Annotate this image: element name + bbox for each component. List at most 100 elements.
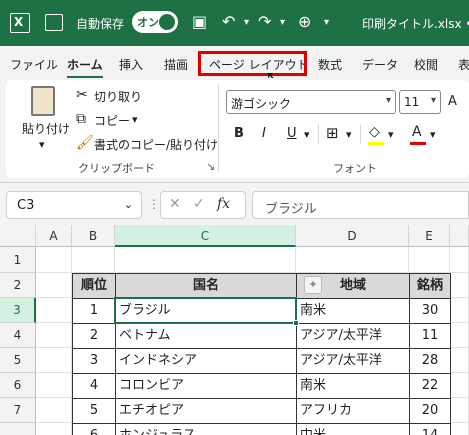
redo-dropdown-icon[interactable]: ▾ — [280, 17, 285, 28]
font-color-dropdown-icon[interactable]: ▾ — [430, 128, 436, 141]
table-cell[interactable]: インドネシア — [115, 348, 297, 374]
quick-analysis-icon[interactable]: ✦ — [304, 276, 322, 294]
table-cell[interactable]: 南米 — [296, 298, 410, 324]
autosave-toggle[interactable]: オン — [132, 11, 178, 33]
cell-f4[interactable] — [450, 323, 469, 348]
column-header-c[interactable]: C — [115, 225, 296, 247]
tab-home[interactable]: ホーム — [67, 56, 103, 79]
font-name-select[interactable]: 游ゴシック ▾ — [226, 90, 396, 114]
enter-icon[interactable]: ✓ — [193, 196, 205, 212]
cell-f2[interactable] — [450, 273, 469, 298]
table-cell[interactable]: ベトナム — [115, 323, 297, 349]
cell-a6[interactable] — [36, 373, 72, 398]
table-cell[interactable]: 3 — [72, 348, 116, 374]
cell-f3[interactable] — [450, 298, 469, 323]
column-header-e[interactable]: E — [409, 225, 450, 247]
table-cell[interactable]: アジア/太平洋 — [296, 323, 410, 349]
cell-a1[interactable] — [36, 247, 72, 273]
row-header-4[interactable]: 4 — [0, 323, 36, 348]
column-header-f[interactable] — [450, 225, 469, 247]
increase-font-size-icon[interactable]: A — [448, 94, 457, 109]
fill-handle[interactable] — [293, 320, 299, 326]
tab-file[interactable]: ファイル — [10, 56, 58, 73]
copy-dropdown-icon[interactable]: ▾ — [132, 113, 138, 126]
table-cell[interactable]: 28 — [409, 348, 451, 374]
cell-a2[interactable] — [36, 273, 72, 298]
underline-button[interactable]: U — [287, 126, 297, 141]
row-header-1[interactable]: 1 — [0, 247, 36, 273]
table-header-brands[interactable]: 銘柄 — [409, 273, 451, 299]
undo-icon[interactable]: ↶ — [222, 12, 235, 31]
paste-icon[interactable] — [31, 86, 55, 116]
table-cell[interactable]: 1 — [72, 298, 116, 324]
cell-a7[interactable] — [36, 398, 72, 423]
format-painter-button[interactable]: 書式のコピー/貼り付け — [94, 136, 218, 153]
save-icon[interactable] — [45, 14, 63, 31]
row-header-7[interactable]: 7 — [0, 398, 36, 423]
paste-dropdown-icon[interactable]: ▾ — [39, 138, 45, 151]
table-cell[interactable]: 南米 — [296, 373, 410, 399]
borders-dropdown-icon[interactable]: ▾ — [346, 128, 352, 141]
column-header-a[interactable]: A — [36, 225, 72, 247]
cell-d1[interactable] — [296, 247, 409, 273]
table-cell[interactable]: ホンジュラス — [115, 423, 297, 435]
table-cell[interactable]: 30 — [409, 298, 451, 324]
undo-dropdown-icon[interactable]: ▾ — [244, 17, 249, 28]
table-cell[interactable]: 14 — [409, 423, 451, 435]
paste-button-label[interactable]: 貼り付け — [22, 120, 70, 137]
table-cell[interactable]: 22 — [409, 373, 451, 399]
table-cell[interactable]: エチオピア — [115, 398, 297, 424]
customize-toolbar-icon[interactable]: ⊕ — [298, 12, 311, 31]
table-cell[interactable]: 中米 — [296, 423, 410, 435]
formula-input[interactable]: ブラジル — [252, 191, 469, 219]
tab-view[interactable]: 表 — [458, 56, 469, 73]
borders-icon[interactable]: ⊞ — [326, 124, 339, 142]
column-header-d[interactable]: D — [296, 225, 409, 247]
font-size-select[interactable]: 11 ▾ — [399, 90, 441, 114]
tab-data[interactable]: データ — [362, 56, 398, 73]
table-cell[interactable]: 11 — [409, 323, 451, 349]
cell-f7[interactable] — [450, 398, 469, 423]
row-header-5[interactable]: 5 — [0, 348, 36, 373]
cell-c1[interactable] — [115, 247, 296, 273]
cell-f8[interactable] — [450, 423, 469, 435]
cell-a5[interactable] — [36, 348, 72, 373]
table-cell[interactable]: 2 — [72, 323, 116, 349]
active-cell-selection[interactable] — [114, 297, 299, 326]
tab-formulas[interactable]: 数式 — [318, 56, 342, 73]
table-cell[interactable]: 6 — [72, 423, 116, 435]
row-header-8[interactable] — [0, 423, 36, 435]
name-box[interactable]: C3 ⌄ — [6, 191, 142, 219]
table-header-country[interactable]: 国名 — [115, 273, 297, 299]
cell-b1[interactable] — [72, 247, 115, 273]
cell-a4[interactable] — [36, 323, 72, 348]
cell-f5[interactable] — [450, 348, 469, 373]
column-header-b[interactable]: B — [72, 225, 115, 247]
worksheet-grid[interactable]: A B C D E 1 2 3 4 5 6 7 順位 国名 地域 銘柄 ✦ 1 … — [0, 225, 469, 435]
tab-review[interactable]: 校閲 — [414, 56, 438, 73]
table-cell[interactable]: アジア/太平洋 — [296, 348, 410, 374]
clipboard-launcher-icon[interactable]: ↘ — [206, 160, 215, 173]
table-header-rank[interactable]: 順位 — [72, 273, 116, 299]
cell-a3[interactable] — [36, 298, 72, 323]
fill-color-icon[interactable]: ◇ — [369, 124, 380, 140]
table-cell[interactable]: 20 — [409, 398, 451, 424]
cancel-icon[interactable]: ✕ — [169, 196, 181, 212]
table-cell[interactable]: アフリカ — [296, 398, 410, 424]
row-header-6[interactable]: 6 — [0, 373, 36, 398]
cell-f1[interactable] — [450, 247, 469, 273]
cut-button[interactable]: 切り取り — [94, 88, 142, 105]
underline-dropdown-icon[interactable]: ▾ — [304, 128, 310, 141]
tab-draw[interactable]: 描画 — [164, 56, 188, 73]
cell-e1[interactable] — [409, 247, 450, 273]
cell-a8[interactable] — [36, 423, 72, 435]
bold-button[interactable]: B — [234, 126, 244, 141]
insert-function-button[interactable]: fx — [217, 196, 230, 212]
fill-color-dropdown-icon[interactable]: ▾ — [388, 128, 394, 141]
row-header-2[interactable]: 2 — [0, 273, 36, 298]
save-disk-icon[interactable]: ▣ — [192, 12, 207, 31]
tab-insert[interactable]: 挿入 — [119, 56, 143, 73]
table-cell[interactable]: コロンビア — [115, 373, 297, 399]
copy-button[interactable]: コピー — [94, 112, 130, 129]
quick-access-dropdown-icon[interactable]: ▾ — [324, 17, 329, 28]
